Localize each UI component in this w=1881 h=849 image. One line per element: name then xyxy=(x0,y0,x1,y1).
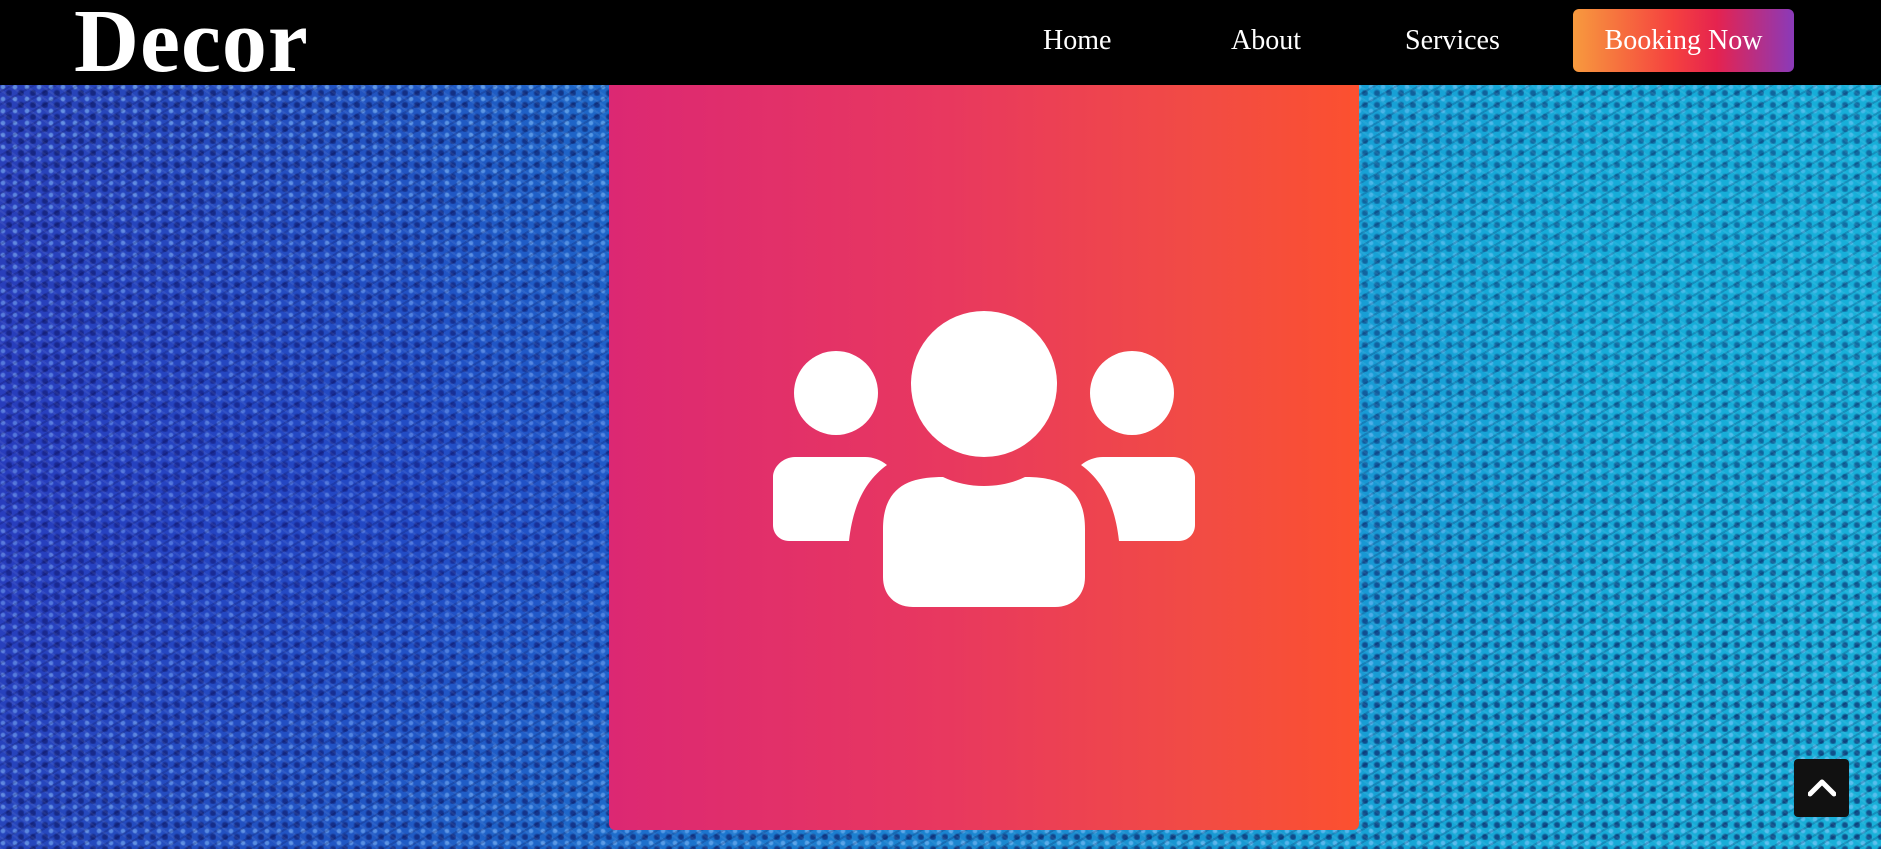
users-group-icon xyxy=(773,311,1195,607)
feature-card xyxy=(609,85,1359,830)
brand-logo[interactable]: Decor xyxy=(74,0,309,90)
nav-link-services[interactable]: Services xyxy=(1405,22,1500,60)
nav-link-about[interactable]: About xyxy=(1231,22,1301,60)
page: Decor Home About Services Booking Now xyxy=(0,0,1881,849)
navbar: Decor Home About Services Booking Now xyxy=(0,0,1881,90)
chevron-up-icon xyxy=(1807,779,1836,797)
scroll-to-top-button[interactable] xyxy=(1794,759,1849,817)
nav-link-home[interactable]: Home xyxy=(1043,22,1111,60)
booking-now-button[interactable]: Booking Now xyxy=(1573,9,1794,72)
